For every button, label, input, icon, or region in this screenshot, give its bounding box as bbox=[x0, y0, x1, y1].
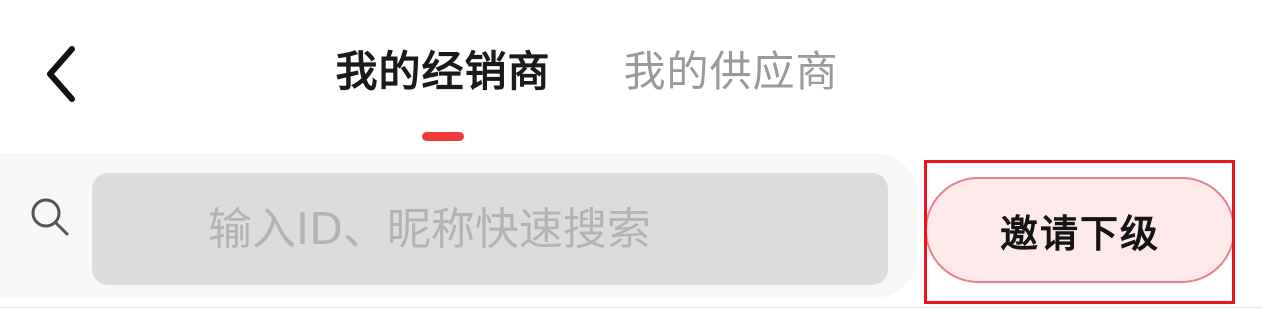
tab-label: 我的供应商 bbox=[623, 47, 839, 96]
tab-my-dealers[interactable]: 我的经销商 bbox=[300, 30, 586, 150]
chevron-left-icon bbox=[47, 46, 75, 102]
search-bar: 邀请下级 bbox=[0, 153, 1262, 305]
invite-button-label: 邀请下级 bbox=[999, 211, 1160, 256]
invite-subordinate-button[interactable]: 邀请下级 bbox=[925, 177, 1235, 283]
tab-label: 我的经销商 bbox=[335, 47, 551, 96]
search-icon[interactable] bbox=[26, 193, 76, 243]
tab-bar: 我的经销商 我的供应商 bbox=[300, 30, 876, 150]
back-button[interactable] bbox=[28, 38, 92, 110]
app-screen: 我的经销商 我的供应商 邀请下级 bbox=[0, 0, 1262, 310]
search-panel bbox=[0, 153, 918, 298]
tab-my-suppliers[interactable]: 我的供应商 bbox=[586, 30, 876, 150]
search-input[interactable] bbox=[92, 173, 888, 285]
divider bbox=[0, 307, 1262, 308]
active-tab-indicator bbox=[422, 132, 464, 141]
